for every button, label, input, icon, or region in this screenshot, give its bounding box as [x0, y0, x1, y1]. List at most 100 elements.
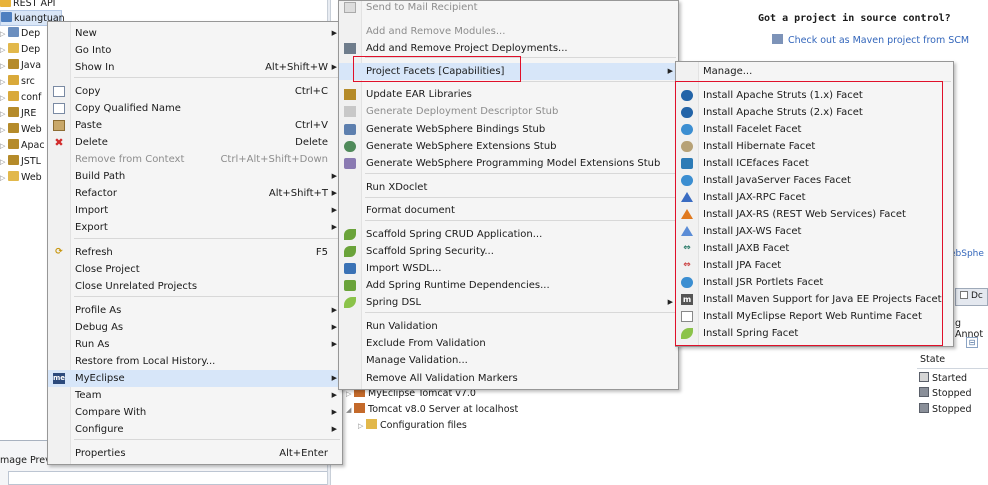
tree-row-deployment-descriptor[interactable]: ▷ Dep	[0, 26, 40, 42]
menu-item-label: Import	[75, 205, 109, 216]
expand-icon[interactable]: ▷	[0, 74, 8, 90]
submenu-item-send-to-mail-recipient[interactable]: Send to Mail Recipient	[339, 0, 678, 16]
menu-item-new[interactable]: New ▶	[48, 25, 342, 42]
menu-item-label: Manage...	[703, 66, 753, 77]
facet-item-install-jsr-portlets-facet[interactable]: Install JSR Portlets Facet	[676, 274, 953, 291]
facet-item-install-javaserver-faces-facet[interactable]: Install JavaServer Faces Facet	[676, 172, 953, 189]
tree-row-web-libs[interactable]: ▷ Web	[0, 122, 42, 138]
menu-item-export[interactable]: Export ▶	[48, 219, 342, 236]
server-row-config[interactable]: ▷ Configuration files	[358, 419, 467, 431]
menu-item-compare-with[interactable]: Compare With ▶	[48, 404, 342, 421]
facet-item-install-jaxb-facet[interactable]: ⇔ Install JAXB Facet	[676, 240, 953, 257]
server-row-tomcat8[interactable]: ◢ Tomcat v8.0 Server at localhost	[346, 403, 518, 415]
menu-item-close-unrelated-projects[interactable]: Close Unrelated Projects	[48, 278, 342, 295]
expand-icon[interactable]: ▷	[0, 90, 8, 106]
scm-checkout-link[interactable]: Check out as Maven project from SCM	[772, 34, 969, 46]
submenu-item-manage-validation[interactable]: Manage Validation...	[339, 352, 678, 369]
submenu-item-add-spring-runtime-dependencies[interactable]: Add Spring Runtime Dependencies...	[339, 277, 678, 294]
facet-item-install-apache-struts-1-x-facet[interactable]: Install Apache Struts (1.x) Facet	[676, 87, 953, 104]
submenu-item-add-and-remove-project-deployments[interactable]: Add and Remove Project Deployments...	[339, 40, 678, 57]
facet-item-install-spring-facet[interactable]: Install Spring Facet	[676, 325, 953, 342]
submenu-item-generate-websphere-extensions-stub[interactable]: Generate WebSphere Extensions Stub	[339, 138, 678, 155]
image-preview-tab[interactable]: mage Previ	[0, 455, 53, 466]
submenu-item-project-facets-capabilities[interactable]: Project Facets [Capabilities] ▶	[339, 63, 678, 80]
expand-icon[interactable]: ▷	[0, 138, 8, 154]
submenu-item-run-xdoclet[interactable]: Run XDoclet	[339, 179, 678, 196]
menu-item-myeclipse[interactable]: me MyEclipse ▶	[48, 370, 342, 387]
menu-item-refactor[interactable]: Refactor Alt+Shift+T ▶	[48, 185, 342, 202]
expand-icon[interactable]: ▷	[0, 58, 8, 74]
menu-item-label: Project Facets [Capabilities]	[366, 66, 505, 77]
menu-separator	[365, 81, 676, 82]
facet-item-install-facelet-facet[interactable]: Install Facelet Facet	[676, 121, 953, 138]
menu-item-paste[interactable]: Paste Ctrl+V	[48, 117, 342, 134]
checkbox-icon[interactable]	[960, 291, 968, 299]
facet-item-install-maven-support-for-java-ee-projects-facet[interactable]: m Install Maven Support for Java EE Proje…	[676, 291, 953, 308]
menu-item-label: Install Facelet Facet	[703, 124, 802, 135]
facet-item-install-jax-ws-facet[interactable]: Install JAX-WS Facet	[676, 223, 953, 240]
tree-row-conf[interactable]: ▷ conf	[0, 90, 41, 106]
expand-icon[interactable]: ▷	[358, 422, 366, 430]
collapse-icon[interactable]: ⊟	[966, 337, 978, 348]
menu-item-team[interactable]: Team ▶	[48, 387, 342, 404]
submenu-item-remove-all-validation-markers[interactable]: Remove All Validation Markers	[339, 370, 678, 387]
state-column-header[interactable]: State	[920, 354, 945, 365]
menu-item-import[interactable]: Import ▶	[48, 202, 342, 219]
tree-row-apache[interactable]: ▷ Apac	[0, 138, 45, 154]
facet-item-install-icefaces-facet[interactable]: Install ICEfaces Facet	[676, 155, 953, 172]
menu-item-label: Copy Qualified Name	[75, 103, 181, 114]
submenu-item-run-validation[interactable]: Run Validation	[339, 318, 678, 335]
menu-item-properties[interactable]: Properties Alt+Enter	[48, 445, 342, 462]
expand-icon[interactable]: ▷	[0, 154, 8, 170]
tree-row-jstl[interactable]: ▷ JSTL	[0, 154, 41, 170]
tree-row-jre[interactable]: ▷ JRE	[0, 106, 36, 122]
expand-icon[interactable]: ▷	[0, 42, 8, 58]
menu-item-go-into[interactable]: Go Into	[48, 42, 342, 59]
facet-item-install-apache-struts-2-x-facet[interactable]: Install Apache Struts (2.x) Facet	[676, 104, 953, 121]
facet-item-install-jax-rpc-facet[interactable]: Install JAX-RPC Facet	[676, 189, 953, 206]
collapse-tree-icon[interactable]: ◢	[346, 406, 354, 414]
menu-item-configure[interactable]: Configure ▶	[48, 421, 342, 438]
tree-row-webroot[interactable]: ▷ Web	[0, 170, 42, 186]
facet-item-install-hibernate-facet[interactable]: Install Hibernate Facet	[676, 138, 953, 155]
menu-separator	[74, 439, 340, 440]
menu-item-debug-as[interactable]: Debug As ▶	[48, 319, 342, 336]
submenu-item-update-ear-libraries[interactable]: Update EAR Libraries	[339, 86, 678, 103]
submenu-item-generate-websphere-programming-model-extensions-stub[interactable]: Generate WebSphere Programming Model Ext…	[339, 155, 678, 172]
facet-item-install-jpa-facet[interactable]: ⇔ Install JPA Facet	[676, 257, 953, 274]
submenu-item-add-and-remove-modules[interactable]: Add and Remove Modules...	[339, 23, 678, 40]
expand-icon[interactable]: ▷	[0, 122, 8, 138]
menu-item-copy-qualified-name[interactable]: Copy Qualified Name	[48, 100, 342, 117]
tree-row-src[interactable]: ▷ src	[0, 74, 35, 90]
submenu-item-scaffold-spring-security[interactable]: Scaffold Spring Security...	[339, 243, 678, 260]
menu-item-build-path[interactable]: Build Path ▶	[48, 168, 342, 185]
facet-item-install-myeclipse-report-web-runtime-facet[interactable]: Install MyEclipse Report Web Runtime Fac…	[676, 308, 953, 325]
expand-icon[interactable]: ▷	[0, 170, 8, 186]
submenu-item-generate-deployment-descriptor-stub[interactable]: Generate Deployment Descriptor Stub	[339, 103, 678, 120]
tree-row-java-resources[interactable]: ▷ Java	[0, 58, 41, 74]
right-view-tab[interactable]: Dc	[955, 288, 988, 306]
websphere-link-partial[interactable]: ebSphe	[950, 249, 984, 259]
menu-item-delete[interactable]: ✖ Delete Delete	[48, 134, 342, 151]
submenu-item-format-document[interactable]: Format document	[339, 202, 678, 219]
expand-icon[interactable]: ▷	[0, 26, 8, 42]
submenu-item-import-wsdl[interactable]: Import WSDL...	[339, 260, 678, 277]
menu-item-refresh[interactable]: ⟳ Refresh F5	[48, 244, 342, 261]
menu-item-close-project[interactable]: Close Project	[48, 261, 342, 278]
submenu-item-scaffold-spring-crud-application[interactable]: Scaffold Spring CRUD Application...	[339, 226, 678, 243]
submenu-item-spring-dsl[interactable]: Spring DSL ▶	[339, 294, 678, 311]
expand-icon[interactable]: ▷	[0, 106, 8, 122]
menu-item-copy[interactable]: Copy Ctrl+C	[48, 83, 342, 100]
menu-item-restore-from-local-history[interactable]: Restore from Local History...	[48, 353, 342, 370]
submenu-item-exclude-from-validation[interactable]: Exclude From Validation	[339, 335, 678, 352]
tree-row-deployed-resources[interactable]: ▷ Dep	[0, 42, 40, 58]
menu-item-profile-as[interactable]: Profile As ▶	[48, 302, 342, 319]
facet-item-install-jax-rs-rest-web-services-facet[interactable]: Install JAX-RS (REST Web Services) Facet	[676, 206, 953, 223]
menu-item-show-in[interactable]: Show In Alt+Shift+W ▶	[48, 59, 342, 76]
menu-item-run-as[interactable]: Run As ▶	[48, 336, 342, 353]
submenu-item-generate-websphere-bindings-stub[interactable]: Generate WebSphere Bindings Stub	[339, 121, 678, 138]
expand-icon[interactable]: ▷	[346, 390, 354, 398]
facet-item-manage[interactable]: Manage...	[676, 63, 953, 80]
menu-item-remove-from-context[interactable]: Remove from Context Ctrl+Alt+Shift+Down	[48, 151, 342, 168]
menu-item-shortcut: Alt+Enter	[279, 448, 328, 459]
